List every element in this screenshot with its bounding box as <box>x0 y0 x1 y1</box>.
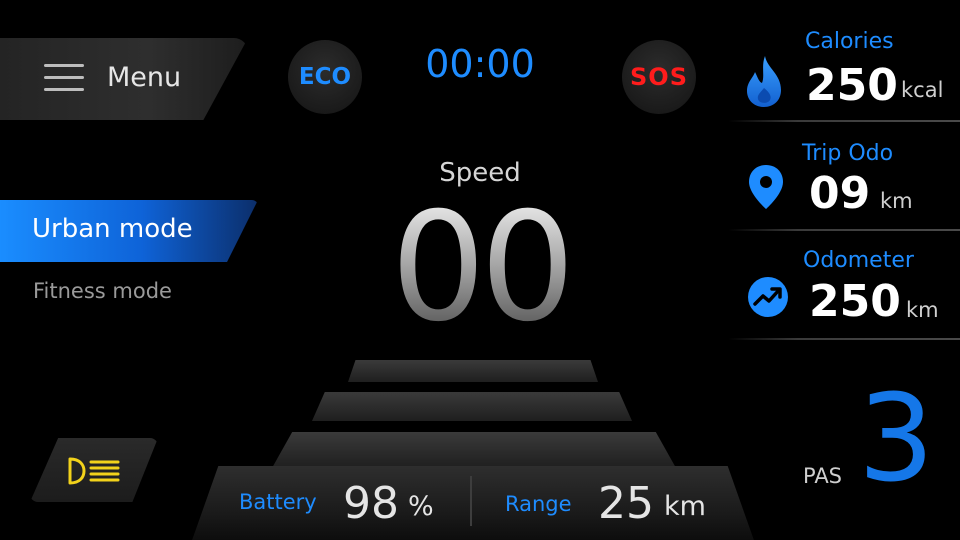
calories-value: 250 <box>806 60 898 111</box>
odometer-label: Odometer <box>803 248 914 273</box>
flame-icon <box>747 56 781 107</box>
separator <box>728 338 960 340</box>
odometer-unit: km <box>906 298 939 322</box>
pas-level[interactable]: 3 <box>858 380 934 500</box>
divider <box>470 476 472 526</box>
menu-label: Menu <box>107 62 182 93</box>
eco-button[interactable]: ECO <box>288 40 362 114</box>
mode-fitness-button[interactable]: Fitness mode <box>33 279 172 303</box>
hamburger-icon <box>44 64 84 94</box>
road-stripe <box>272 432 676 468</box>
calories-unit: kcal <box>901 78 944 102</box>
odometer-value: 250 <box>809 276 901 327</box>
location-pin-icon <box>749 165 783 209</box>
trip-timer: 00:00 <box>425 42 535 86</box>
headlight-icon <box>68 457 120 485</box>
battery-value: 98 <box>343 478 399 529</box>
battery-unit: % <box>408 491 434 522</box>
menu-button[interactable]: Menu <box>0 38 248 120</box>
trend-up-icon <box>748 277 788 317</box>
mode-urban-label: Urban mode <box>32 214 193 244</box>
battery-label: Battery <box>239 490 317 514</box>
mode-urban-button[interactable]: Urban mode <box>0 200 258 262</box>
road-stripe <box>312 392 632 421</box>
separator <box>728 229 960 231</box>
road-stripe <box>348 360 598 382</box>
trip-odo-label: Trip Odo <box>802 141 894 166</box>
range-label: Range <box>505 492 572 516</box>
sos-button[interactable]: SOS <box>622 40 696 114</box>
separator <box>728 120 960 122</box>
calories-label: Calories <box>805 29 894 54</box>
range-unit: km <box>664 491 706 522</box>
pas-label: PAS <box>803 464 843 488</box>
trip-odo-value: 09 <box>809 168 871 219</box>
speed-value: 00 <box>330 193 630 343</box>
range-value: 25 <box>598 478 654 529</box>
trip-odo-unit: km <box>880 189 913 213</box>
